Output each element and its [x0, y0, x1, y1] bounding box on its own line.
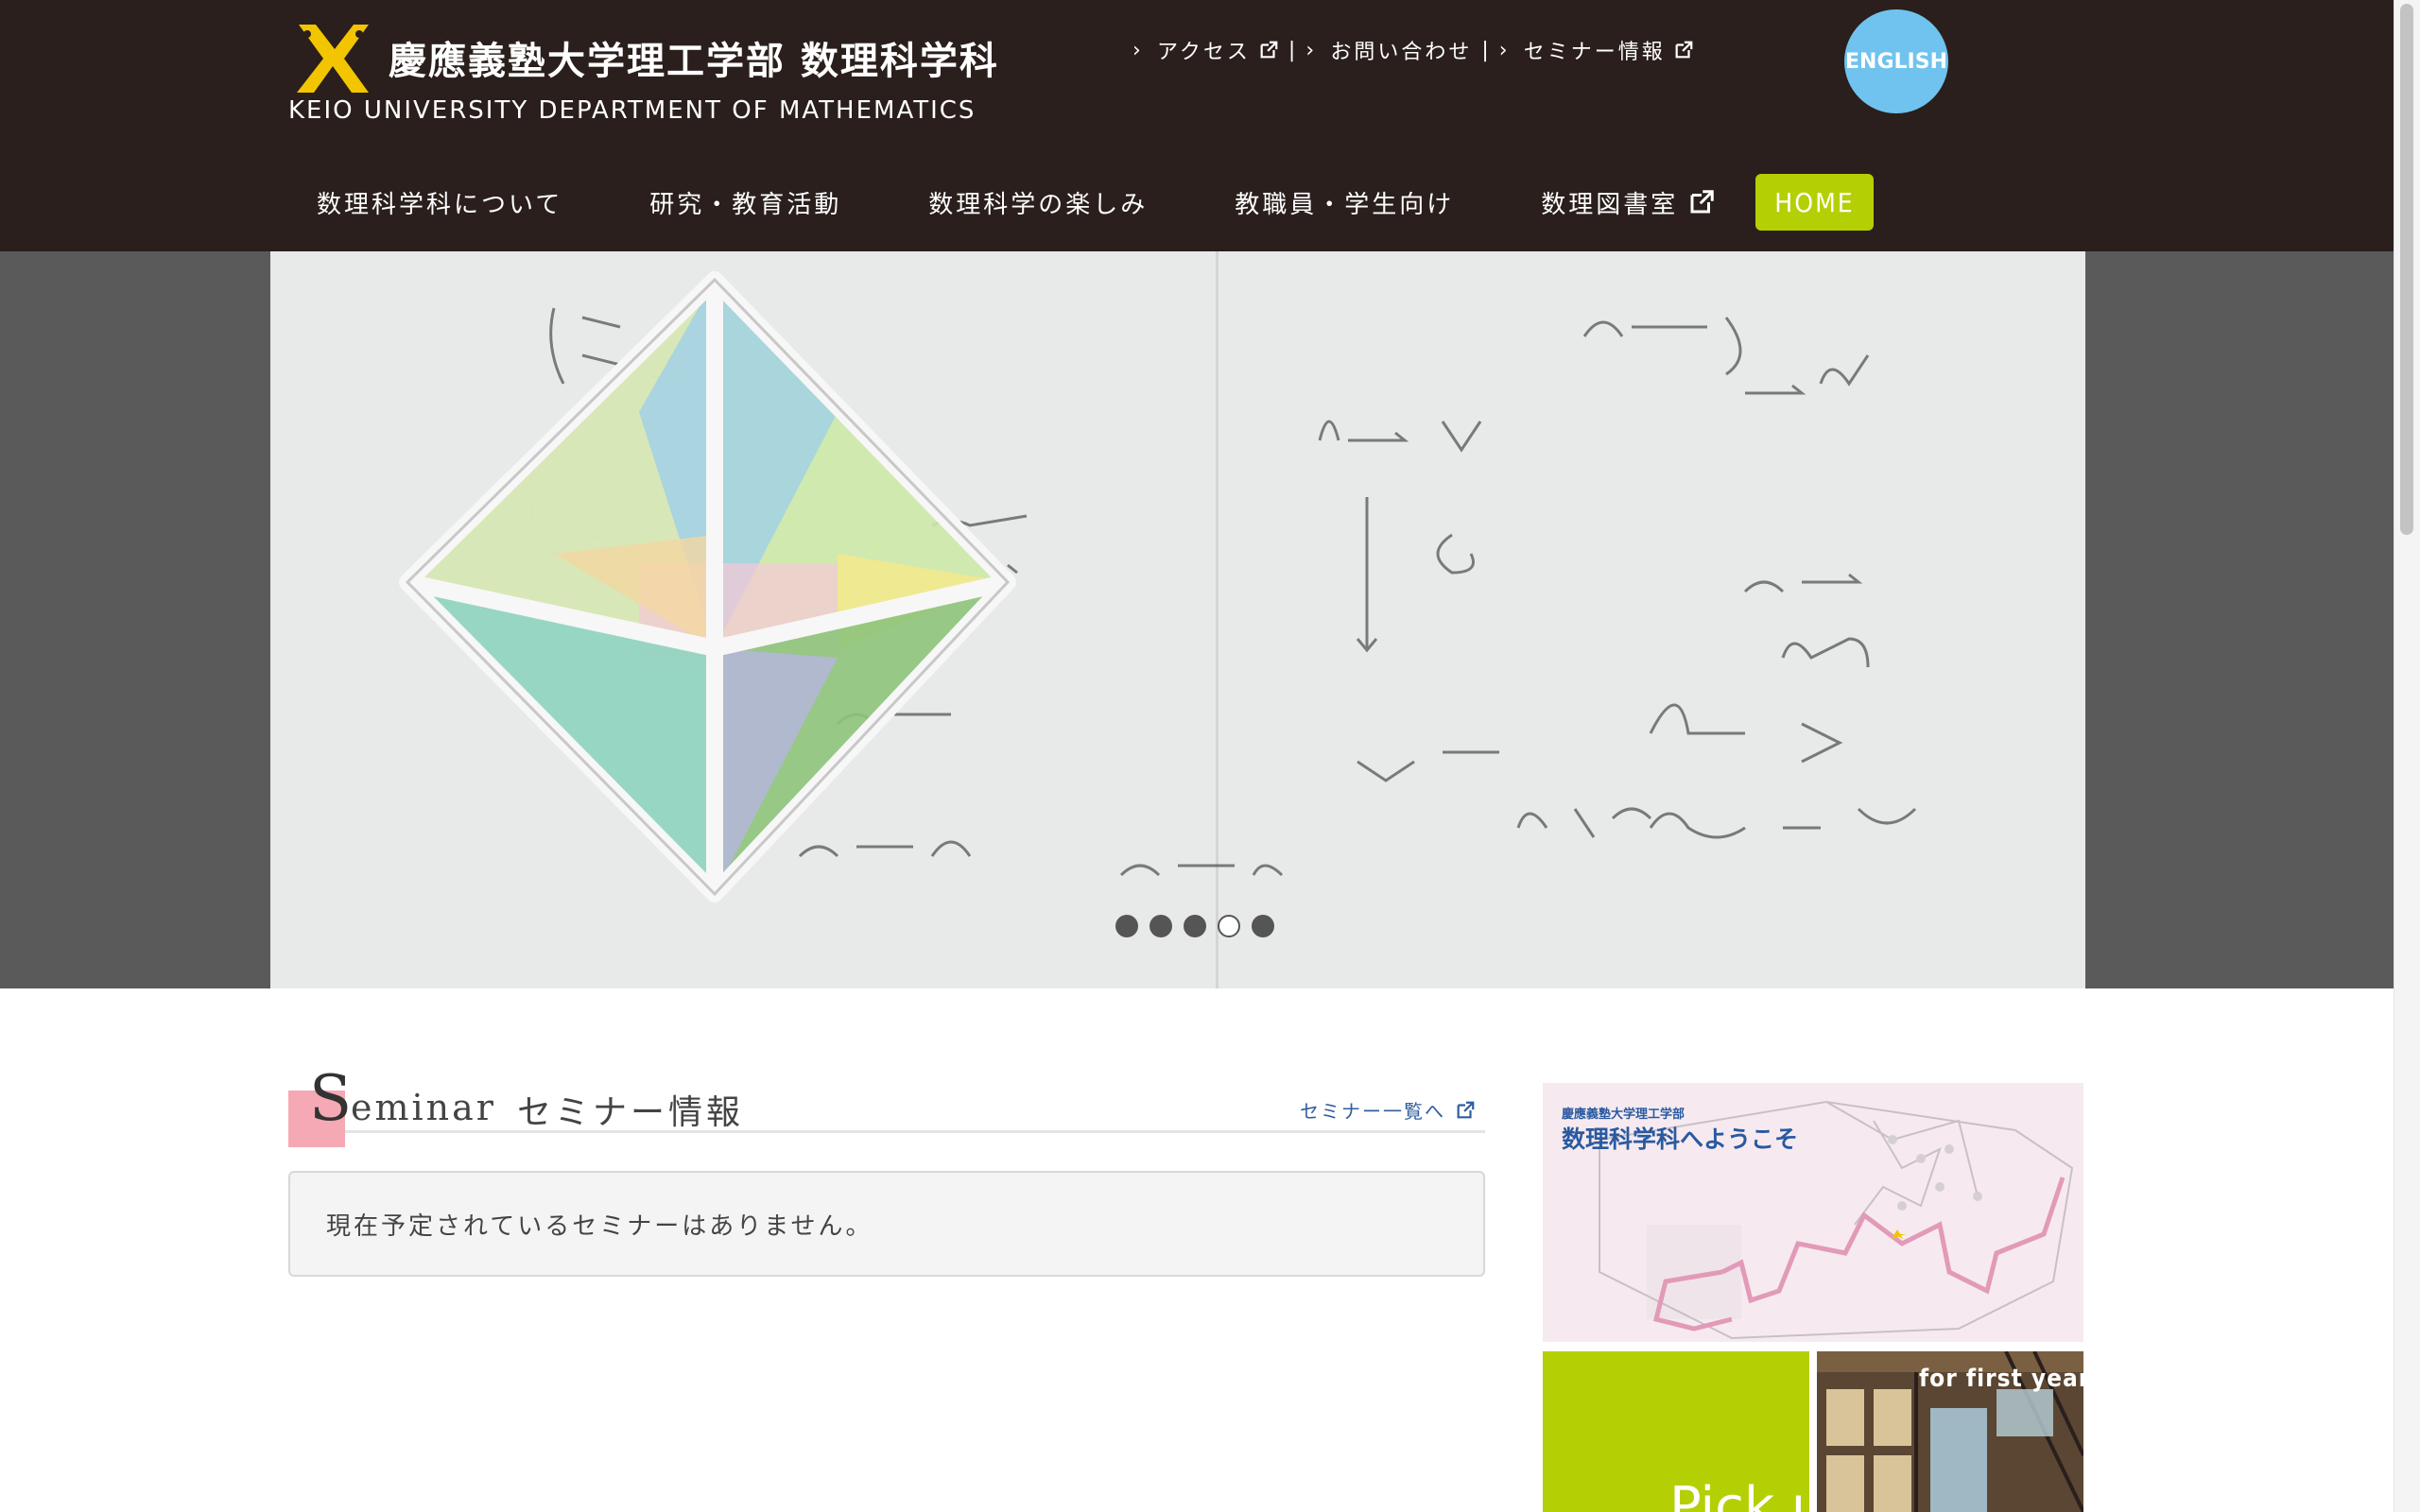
seminar-list-link-label: セミナー一覧へ [1300, 1100, 1445, 1123]
welcome-banner[interactable]: 慶應義塾大学理工学部 数理科学科へようこそ [1543, 1083, 2083, 1342]
slide-dot-1[interactable] [1115, 915, 1138, 937]
seminar-list-link[interactable]: セミナー一覧へ [1300, 1096, 1476, 1124]
heading-japanese: セミナー情報 [517, 1093, 745, 1132]
chevron-right-icon: › [1305, 38, 1318, 62]
access-link-label: アクセス [1157, 41, 1251, 64]
contact-link[interactable]: › お問い合わせ [1305, 35, 1472, 65]
nav-item-staff-students-label: 教職員・学生向け [1235, 190, 1455, 219]
seminar-info-link-label: セミナー情報 [1523, 41, 1666, 64]
nav-item-staff-students[interactable]: 教職員・学生向け [1235, 185, 1454, 220]
seminar-empty-notice: 現在予定されているセミナーはありません。 [288, 1171, 1485, 1277]
main-nav: 数理科学科について 研究・教育活動 数理科学の楽しみ 教職員・学生向け 数理図書… [288, 173, 1874, 232]
external-link-icon [1457, 1101, 1475, 1118]
seminar-info-link[interactable]: › セミナー情報 [1499, 35, 1694, 65]
hero-slideshow[interactable] [270, 251, 2085, 988]
contact-link-label: お問い合わせ [1330, 41, 1473, 64]
link-separator: | [1481, 38, 1492, 62]
heading-initial: S [309, 1062, 353, 1135]
home-button[interactable]: HOME [1755, 174, 1874, 231]
pickup-label: Pick up [1669, 1476, 1809, 1512]
site-header: 慶應義塾大学理工学部 数理科学科 KEIO UNIVERSITY DEPARTM… [0, 0, 2394, 251]
access-link[interactable]: › アクセス [1132, 35, 1279, 65]
first-year-label: for first year [1919, 1365, 2083, 1393]
seminar-section: S eminar セミナー情報 セミナー一覧へ 現在予定されているセミナーはあり… [288, 1066, 1485, 1277]
external-link-icon [1260, 41, 1278, 59]
site-logo[interactable]: 慶應義塾大学理工学部 数理科学科 KEIO UNIVERSITY DEPARTM… [288, 17, 1026, 130]
scrollbar-thumb[interactable] [2400, 4, 2413, 535]
welcome-subtitle: 慶應義塾大学理工学部 [1562, 1108, 1685, 1122]
slide-dot-5[interactable] [1252, 915, 1274, 937]
nav-item-library[interactable]: 数理図書室 [1541, 185, 1716, 220]
heading-english: eminar [351, 1087, 496, 1128]
chevron-right-icon: › [1498, 38, 1511, 62]
english-button[interactable]: ENGLISH [1844, 9, 1948, 113]
logo-english-text: KEIO UNIVERSITY DEPARTMENT OF MATHEMATIC… [288, 96, 977, 125]
slide-dot-2[interactable] [1150, 915, 1172, 937]
slide-dot-4-active[interactable] [1218, 915, 1240, 937]
first-year-banner[interactable]: for first year [1817, 1351, 2083, 1512]
pickup-banner[interactable]: Pick up [1543, 1351, 1809, 1512]
nav-item-research[interactable]: 研究・教育活動 [649, 185, 841, 220]
slide-indicators [1115, 915, 1274, 937]
pen-cross-logo-icon [297, 25, 369, 93]
external-link-icon [1690, 190, 1715, 214]
hero-image [270, 251, 2085, 988]
welcome-title: 数理科学科へようこそ [1562, 1125, 1799, 1153]
nav-item-about[interactable]: 数理科学科について [317, 185, 562, 220]
link-separator: | [1288, 38, 1299, 62]
seminar-heading: S eminar セミナー情報 セミナー一覧へ [288, 1062, 1485, 1147]
external-link-icon [1675, 41, 1693, 59]
slide-dot-3[interactable] [1184, 915, 1206, 937]
nav-item-enjoy-math[interactable]: 数理科学の楽しみ [928, 185, 1148, 220]
nav-item-library-label: 数理図書室 [1541, 190, 1679, 219]
chevron-right-icon: › [1132, 38, 1144, 62]
logo-japanese-text: 慶應義塾大学理工学部 数理科学科 [389, 40, 999, 83]
utility-links: › アクセス | › お問い合わせ | › セミナー情報 [1132, 34, 1694, 66]
